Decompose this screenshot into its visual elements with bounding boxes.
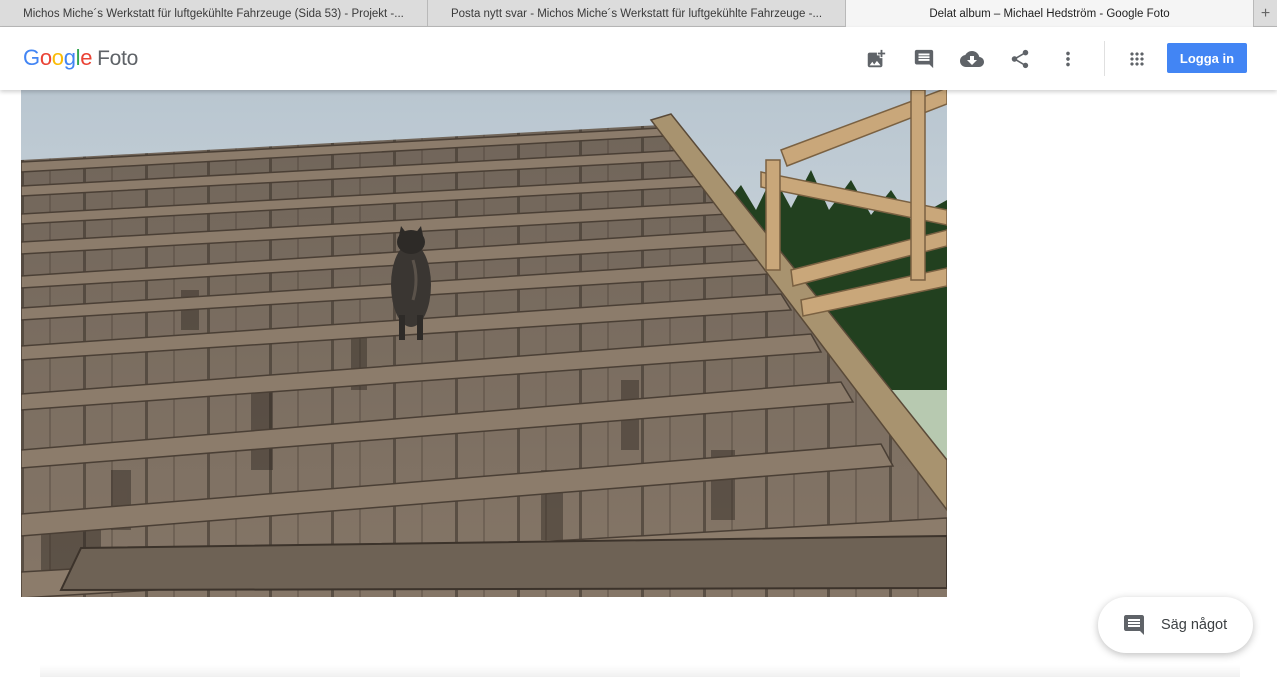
logo-letter-2: o — [39, 45, 52, 70]
logo-letter-3: o — [51, 45, 64, 70]
google-photos-logo[interactable]: G o o g l e Foto — [23, 45, 138, 71]
comment-icon[interactable] — [912, 47, 936, 71]
new-tab-button[interactable]: + — [1254, 0, 1277, 27]
say-something-button[interactable]: Säg något — [1098, 597, 1253, 653]
browser-tab-2[interactable]: Posta nytt svar - Michos Miche´s Werksta… — [428, 0, 846, 27]
browser-tab-bar: Michos Miche´s Werkstatt für luftgekühlt… — [0, 0, 1277, 27]
download-icon[interactable] — [960, 47, 984, 71]
browser-tab-1-title: Michos Miche´s Werkstatt für luftgekühlt… — [23, 7, 404, 20]
say-something-label: Säg något — [1161, 617, 1228, 633]
browser-tab-2-title: Posta nytt svar - Michos Miche´s Werksta… — [450, 7, 823, 20]
comment-icon — [1122, 613, 1146, 637]
album-photo[interactable] — [21, 90, 947, 597]
header-divider — [1104, 41, 1105, 76]
bottom-shadow — [40, 665, 1240, 677]
logo-letter-1: G — [23, 45, 40, 70]
logo-letter-6: e — [80, 45, 93, 70]
login-button[interactable]: Logga in — [1167, 43, 1247, 73]
logo-letter-4: g — [63, 45, 76, 70]
share-icon[interactable] — [1008, 47, 1032, 71]
app-header: G o o g l e Foto Logga in — [0, 27, 1277, 90]
logo-product-name: Foto — [97, 47, 138, 70]
add-photo-icon[interactable] — [864, 47, 888, 71]
browser-tab-3-title: Delat album – Michael Hedström - Google … — [929, 7, 1170, 20]
apps-grid-icon[interactable] — [1125, 47, 1149, 71]
browser-tab-1[interactable]: Michos Miche´s Werkstatt für luftgekühlt… — [0, 0, 428, 27]
browser-tab-3[interactable]: Delat album – Michael Hedström - Google … — [846, 0, 1254, 27]
more-vert-icon[interactable] — [1056, 47, 1080, 71]
